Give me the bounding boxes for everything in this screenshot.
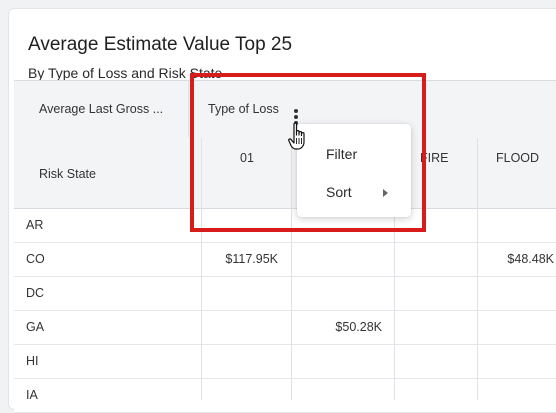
caret-right-icon: [383, 189, 388, 197]
column-header-01[interactable]: 01: [240, 151, 254, 165]
row-state: IA: [26, 388, 38, 402]
menu-item-filter[interactable]: Filter: [326, 146, 357, 162]
header-risk-state[interactable]: Risk State: [39, 167, 96, 181]
table-row[interactable]: DC: [14, 277, 556, 311]
column-divider: [477, 138, 478, 400]
header-measure[interactable]: Average Last Gross ...: [39, 102, 163, 116]
row-state: DC: [26, 286, 45, 300]
row-state: GA: [26, 320, 45, 334]
row-state: AR: [26, 218, 44, 232]
column-divider: [188, 80, 189, 137]
menu-item-sort[interactable]: Sort: [326, 184, 352, 200]
value-cell[interactable]: $117.95K: [202, 243, 278, 276]
header-row-group: Average Last Gross ... Type of Loss: [14, 80, 556, 139]
row-state: HI: [26, 354, 39, 368]
table-row[interactable]: GA $50.28K: [14, 311, 556, 345]
card-title: Average Estimate Value Top 25: [28, 34, 293, 55]
card-subtitle: By Type of Loss and Risk State: [28, 65, 223, 81]
column-divider: [201, 138, 202, 400]
table-row[interactable]: HI: [14, 345, 556, 379]
value-cell[interactable]: $48.48K: [478, 243, 554, 276]
table-row[interactable]: CO $117.95K $48.48K: [14, 243, 556, 277]
column-divider: [291, 138, 292, 400]
pivot-table: Average Last Gross ... Type of Loss Risk…: [14, 80, 556, 413]
column-header-fire[interactable]: FIRE: [420, 151, 448, 165]
hand-pointer-icon: [288, 122, 305, 150]
header-row-columns: Risk State 01 FIRE FLOOD: [14, 138, 556, 209]
column-header-flood[interactable]: FLOOD: [496, 151, 539, 165]
value-cell[interactable]: $50.28K: [304, 311, 382, 344]
row-state: CO: [26, 252, 45, 266]
table-row[interactable]: AR: [14, 209, 556, 243]
column-context-menu: Filter Sort: [297, 124, 411, 217]
table-row[interactable]: IA: [14, 379, 556, 413]
header-type-of-loss[interactable]: Type of Loss: [208, 102, 279, 116]
